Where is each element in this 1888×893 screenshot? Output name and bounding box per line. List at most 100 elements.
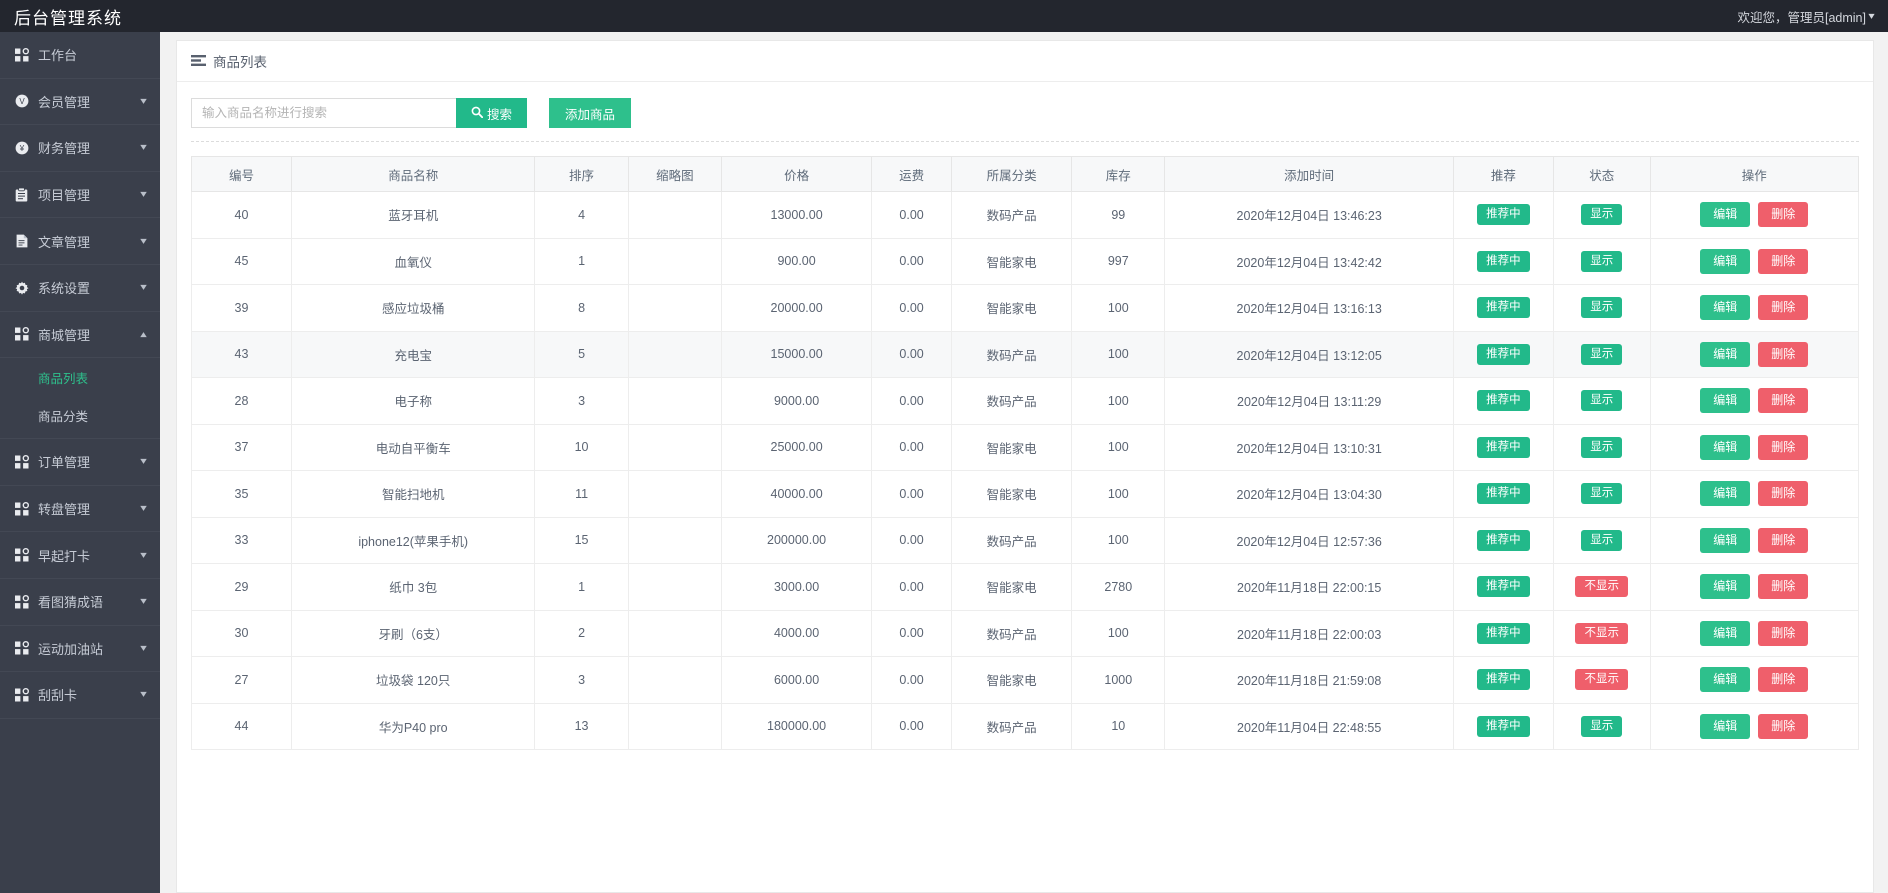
column-header: 所属分类 (952, 157, 1072, 192)
sidebar-item-label: 项目管理 (38, 185, 141, 204)
sidebar-item-label: 会员管理 (38, 92, 141, 111)
sidebar-item-5[interactable]: 系统设置▾ (0, 265, 160, 312)
recommend-badge[interactable]: 推荐中 (1477, 669, 1530, 690)
delete-button[interactable]: 删除 (1758, 481, 1808, 506)
sidebar-item-2[interactable]: 早起打卡▾ (0, 532, 160, 579)
edit-button[interactable]: 编辑 (1700, 435, 1750, 460)
edit-button[interactable]: 编辑 (1700, 667, 1750, 692)
delete-button[interactable]: 删除 (1758, 249, 1808, 274)
sidebar-item-6[interactable]: 商城管理▾ (0, 312, 160, 359)
table-row: 40蓝牙耳机413000.000.00数码产品992020年12月04日 13:… (192, 192, 1859, 239)
user-menu[interactable]: 欢迎您，管理员[admin] ▾ (1737, 7, 1888, 26)
cell-thumbnail (628, 517, 721, 564)
recommend-badge[interactable]: 推荐中 (1477, 390, 1530, 411)
cell-operations: 编辑删除 (1650, 564, 1858, 611)
status-badge[interactable]: 不显示 (1575, 669, 1628, 690)
search-input[interactable] (191, 98, 456, 128)
edit-button[interactable]: 编辑 (1700, 714, 1750, 739)
sidebar-subitem-0[interactable]: 商品列表 (0, 358, 160, 396)
cell-price: 25000.00 (722, 424, 872, 471)
status-badge[interactable]: 显示 (1581, 344, 1622, 365)
delete-button[interactable]: 删除 (1758, 435, 1808, 460)
delete-button[interactable]: 删除 (1758, 574, 1808, 599)
recommend-badge[interactable]: 推荐中 (1477, 576, 1530, 597)
sidebar-item-1[interactable]: V会员管理▾ (0, 79, 160, 126)
sidebar-item-0[interactable]: 工作台 (0, 32, 160, 79)
status-badge[interactable]: 显示 (1581, 251, 1622, 272)
chevron-down-icon: ▾ (140, 689, 147, 700)
status-badge[interactable]: 显示 (1581, 483, 1622, 504)
cell-freight: 0.00 (872, 378, 952, 425)
column-header: 运费 (872, 157, 952, 192)
search-button[interactable]: 搜索 (456, 98, 527, 128)
recommend-badge[interactable]: 推荐中 (1477, 297, 1530, 318)
dashboard-icon (14, 548, 29, 562)
delete-button[interactable]: 删除 (1758, 714, 1808, 739)
delete-button[interactable]: 删除 (1758, 342, 1808, 367)
table-row: 27垃圾袋 120只36000.000.00智能家电10002020年11月18… (192, 657, 1859, 704)
cell-freight: 0.00 (872, 285, 952, 332)
sidebar-item-3[interactable]: 项目管理▾ (0, 172, 160, 219)
edit-button[interactable]: 编辑 (1700, 528, 1750, 553)
sidebar-item-5[interactable]: 刮刮卡▾ (0, 672, 160, 719)
cell-category: 智能家电 (952, 238, 1072, 285)
sidebar-subitem-1[interactable]: 商品分类 (0, 396, 160, 434)
recommend-badge[interactable]: 推荐中 (1477, 716, 1530, 737)
sidebar-item-4[interactable]: 文章管理▾ (0, 218, 160, 265)
edit-button[interactable]: 编辑 (1700, 574, 1750, 599)
recommend-badge[interactable]: 推荐中 (1477, 623, 1530, 644)
recommend-badge[interactable]: 推荐中 (1477, 530, 1530, 551)
delete-button[interactable]: 删除 (1758, 621, 1808, 646)
dashboard-icon (14, 688, 29, 702)
status-badge[interactable]: 显示 (1581, 204, 1622, 225)
table-container: 编号商品名称排序缩略图价格运费所属分类库存添加时间推荐状态操作 40蓝牙耳机41… (177, 142, 1873, 750)
cell-category: 数码产品 (952, 703, 1072, 750)
recommend-badge[interactable]: 推荐中 (1477, 204, 1530, 225)
cell-id: 40 (192, 192, 292, 239)
recommend-badge[interactable]: 推荐中 (1477, 251, 1530, 272)
cell-stock: 100 (1072, 424, 1165, 471)
edit-button[interactable]: 编辑 (1700, 342, 1750, 367)
cell-operations: 编辑删除 (1650, 378, 1858, 425)
edit-button[interactable]: 编辑 (1700, 388, 1750, 413)
cell-recommend: 推荐中 (1453, 471, 1553, 518)
sidebar-item-0[interactable]: 订单管理▾ (0, 439, 160, 486)
delete-button[interactable]: 删除 (1758, 295, 1808, 320)
status-badge[interactable]: 显示 (1581, 530, 1622, 551)
recommend-badge[interactable]: 推荐中 (1477, 344, 1530, 365)
search-button-label: 搜索 (487, 104, 512, 123)
recommend-badge[interactable]: 推荐中 (1477, 483, 1530, 504)
sidebar-item-4[interactable]: 运动加油站▾ (0, 626, 160, 673)
edit-button[interactable]: 编辑 (1700, 295, 1750, 320)
sidebar-item-2[interactable]: ¥财务管理▾ (0, 125, 160, 172)
cell-price: 15000.00 (722, 331, 872, 378)
status-badge[interactable]: 不显示 (1575, 576, 1628, 597)
recommend-badge[interactable]: 推荐中 (1477, 437, 1530, 458)
status-badge[interactable]: 显示 (1581, 716, 1622, 737)
delete-button[interactable]: 删除 (1758, 202, 1808, 227)
cell-name: iphone12(苹果手机) (292, 517, 535, 564)
status-badge[interactable]: 显示 (1581, 297, 1622, 318)
edit-button[interactable]: 编辑 (1700, 481, 1750, 506)
status-badge[interactable]: 显示 (1581, 437, 1622, 458)
member-icon: V (14, 94, 29, 108)
sidebar-item-3[interactable]: 看图猜成语▾ (0, 579, 160, 626)
edit-button[interactable]: 编辑 (1700, 621, 1750, 646)
delete-button[interactable]: 删除 (1758, 388, 1808, 413)
delete-button[interactable]: 删除 (1758, 667, 1808, 692)
cell-category: 数码产品 (952, 517, 1072, 564)
cell-operations: 编辑删除 (1650, 238, 1858, 285)
edit-button[interactable]: 编辑 (1700, 202, 1750, 227)
table-row: 43充电宝515000.000.00数码产品1002020年12月04日 13:… (192, 331, 1859, 378)
cell-recommend: 推荐中 (1453, 285, 1553, 332)
status-badge[interactable]: 显示 (1581, 390, 1622, 411)
cell-price: 13000.00 (722, 192, 872, 239)
cell-recommend: 推荐中 (1453, 378, 1553, 425)
delete-button[interactable]: 删除 (1758, 528, 1808, 553)
add-product-button[interactable]: 添加商品 (549, 98, 631, 128)
status-badge[interactable]: 不显示 (1575, 623, 1628, 644)
table-row: 37电动自平衡车1025000.000.00智能家电1002020年12月04日… (192, 424, 1859, 471)
edit-button[interactable]: 编辑 (1700, 249, 1750, 274)
cell-created-at: 2020年12月04日 13:04:30 (1165, 471, 1453, 518)
sidebar-item-1[interactable]: 转盘管理▾ (0, 486, 160, 533)
